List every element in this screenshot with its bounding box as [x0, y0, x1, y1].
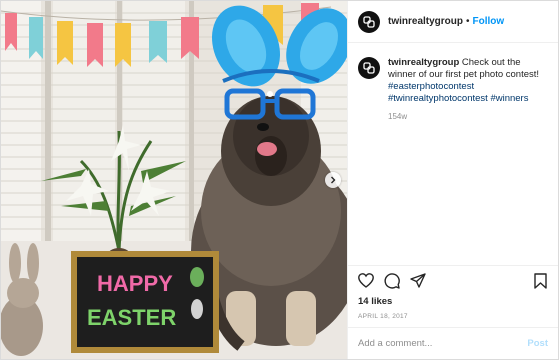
- twin-logo-icon: [363, 15, 375, 28]
- sign-text-easter: EASTER: [87, 305, 176, 330]
- caption-row: twinrealtygroup Check out the winner of …: [358, 57, 548, 105]
- post-header: twinrealtygroup • Follow: [348, 1, 558, 43]
- avatar[interactable]: [358, 10, 380, 33]
- comment-input[interactable]: [358, 338, 528, 349]
- hashtag-link[interactable]: #twinrealtyphotocontest: [388, 93, 488, 104]
- comment-icon: [384, 272, 400, 289]
- header-username[interactable]: twinrealtygroup: [388, 16, 463, 27]
- post-photo[interactable]: HAPPY EASTER: [1, 1, 347, 359]
- like-button[interactable]: [356, 271, 376, 291]
- caption-age: 154w: [388, 112, 408, 121]
- header-separator: •: [466, 16, 470, 27]
- caption-avatar[interactable]: [358, 57, 380, 79]
- post-side-panel: twinrealtygroup • Follow twinrealtygroup…: [347, 1, 558, 359]
- chevron-right-icon: [331, 176, 336, 184]
- twin-logo-icon: [363, 62, 375, 74]
- heart-icon: [358, 273, 374, 288]
- photo-image: HAPPY EASTER: [1, 1, 347, 359]
- share-icon: [410, 273, 426, 288]
- happy-easter-sign: HAPPY EASTER: [71, 251, 219, 353]
- share-button[interactable]: [408, 271, 428, 291]
- save-button[interactable]: [530, 271, 550, 291]
- comments-section: twinrealtygroup Check out the winner of …: [348, 43, 558, 265]
- follow-button[interactable]: Follow: [473, 16, 505, 27]
- carousel-next-button[interactable]: [325, 172, 341, 188]
- action-bar: [348, 265, 558, 295]
- sign-text-happy: HAPPY: [97, 271, 173, 296]
- bookmark-icon: [533, 272, 547, 289]
- post-date[interactable]: APRIL 18, 2017: [348, 309, 558, 327]
- instagram-post: HAPPY EASTER twinrealtygroup • Follow tw…: [0, 0, 559, 360]
- caption-text-block: twinrealtygroup Check out the winner of …: [388, 57, 548, 105]
- comment-button[interactable]: [382, 271, 402, 291]
- hashtag-link[interactable]: #winners: [490, 93, 528, 104]
- add-comment-bar: Post: [348, 327, 558, 359]
- caption-username[interactable]: twinrealtygroup: [388, 57, 459, 68]
- likes-count[interactable]: 14 likes: [348, 295, 558, 309]
- hashtag-link[interactable]: #easterphotocontest: [388, 81, 474, 92]
- post-comment-button[interactable]: Post: [527, 338, 548, 349]
